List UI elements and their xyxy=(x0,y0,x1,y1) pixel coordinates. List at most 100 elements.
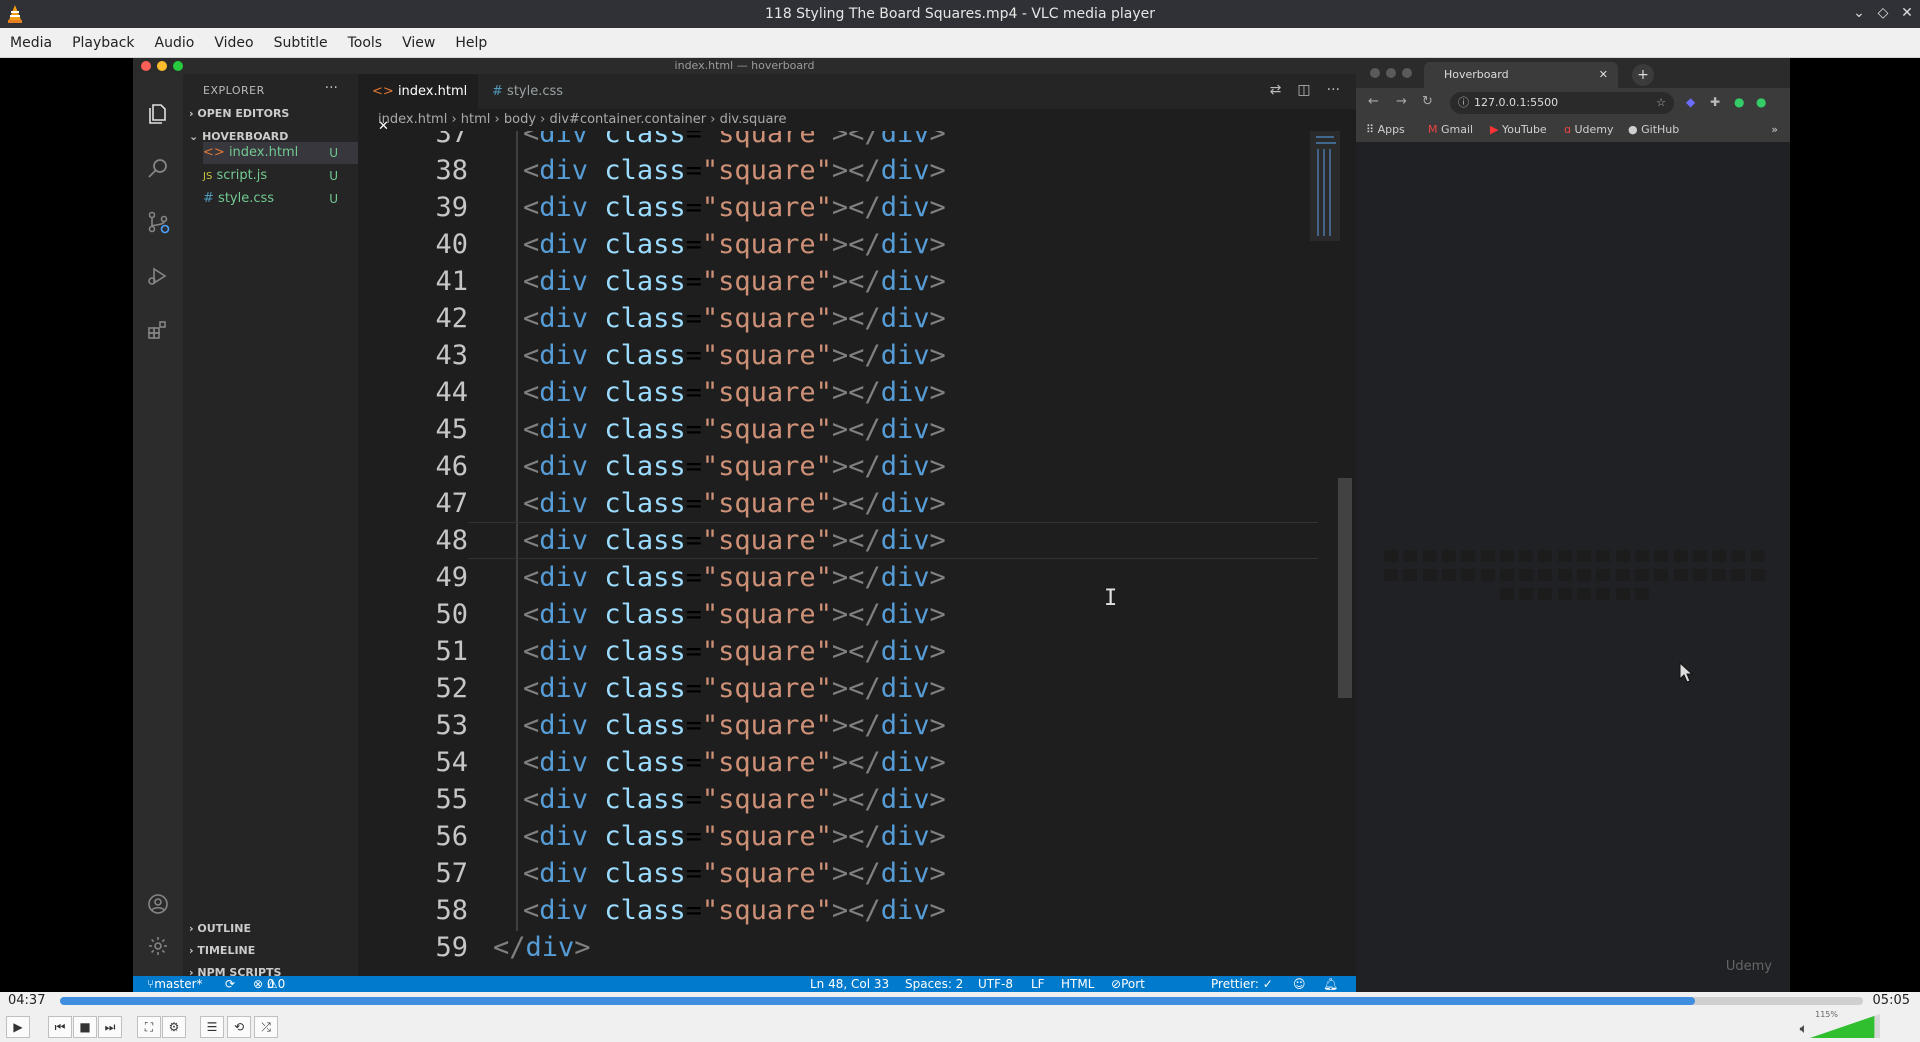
menu-video[interactable]: Video xyxy=(204,35,263,51)
code-editor: <> index.html ✕ # style.css ⇄ ◫ ··· inde… xyxy=(358,74,1356,976)
board-square xyxy=(1384,550,1398,562)
mac-close-icon xyxy=(141,61,151,71)
menu-media[interactable]: Media xyxy=(0,35,62,51)
code-text: <div class="square"></div> xyxy=(523,192,946,223)
board-square xyxy=(1461,550,1476,562)
board-square xyxy=(1634,588,1649,600)
line-number: 38 xyxy=(435,155,468,186)
next-button[interactable]: ⏭︎ xyxy=(98,1016,122,1038)
explorer-sidebar: EXPLORER ··· › OPEN EDITORS ⌄ HOVERBOARD… xyxy=(183,74,358,979)
fullscreen-button[interactable]: ⛶ xyxy=(137,1016,161,1038)
line-number: 43 xyxy=(435,340,468,371)
video-area[interactable]: index.html — hoverboard EXPLORER ··· › O… xyxy=(0,58,1920,992)
seek-slider[interactable] xyxy=(60,997,1863,1005)
live-server-port: ⊘ Port : 5500 xyxy=(1111,977,1145,991)
chevron-down-icon: ⌄ xyxy=(189,130,199,143)
board-square xyxy=(1422,550,1437,562)
editor-scrollbar[interactable] xyxy=(1338,478,1352,698)
udemy-watermark: Udemy xyxy=(1725,959,1772,974)
menu-tools[interactable]: Tools xyxy=(338,35,393,51)
tab-index-html: <> index.html ✕ xyxy=(358,74,478,134)
vscode-titlebar: index.html — hoverboard xyxy=(133,58,1356,74)
open-changes-icon: ⇄ xyxy=(1269,82,1282,98)
code-text: <div class="square"></div> xyxy=(523,377,946,408)
menu-view[interactable]: View xyxy=(392,35,445,51)
css-file-icon: # xyxy=(492,84,503,99)
volume-icon[interactable]: 🔈︎ xyxy=(1800,1021,1808,1037)
code-text: <div class="square"></div> xyxy=(523,488,946,519)
code-text: <div class="square"></div> xyxy=(523,451,946,482)
shuffle-button[interactable]: ⤮ xyxy=(254,1016,278,1038)
menu-playback[interactable]: Playback xyxy=(62,35,144,51)
youtube-icon: ▶ xyxy=(1490,123,1499,136)
line-number: 55 xyxy=(435,784,468,815)
minimap xyxy=(1310,131,1340,241)
cursor-position: Ln 48, Col 33 xyxy=(810,977,890,991)
seek-progress xyxy=(60,997,1696,1005)
code-text: <div class="square"></div> xyxy=(523,131,946,149)
extended-settings-button[interactable]: ⚙︎ xyxy=(162,1016,186,1038)
previous-button[interactable]: ⏮︎ xyxy=(48,1016,72,1038)
notifications-icon: 🔔︎ xyxy=(1323,977,1339,991)
tab-close-icon: ✕ xyxy=(1598,68,1608,81)
sync-icon: ⟳ xyxy=(225,977,236,991)
stop-button[interactable]: ■ xyxy=(73,1016,97,1038)
address-bar: ⓘ 127.0.0.1:5500 ☆ xyxy=(1450,92,1674,114)
volume-slider[interactable] xyxy=(1810,1014,1880,1038)
tab-style-css: # style.css xyxy=(492,84,564,99)
board-square xyxy=(1499,569,1514,581)
github-icon: ● xyxy=(1628,123,1638,136)
bookmark-star-icon: ☆ xyxy=(1656,96,1666,109)
line-number: 50 xyxy=(435,599,468,630)
line-number: 52 xyxy=(435,673,468,704)
menu-audio[interactable]: Audio xyxy=(145,35,205,51)
loop-button[interactable]: ⟲ xyxy=(227,1016,251,1038)
browser-tabstrip: Hoverboard ✕ + xyxy=(1356,58,1790,88)
line-number: 37 xyxy=(435,131,468,149)
board-square xyxy=(1731,550,1746,562)
board-square xyxy=(1692,550,1707,562)
menu-subtitle[interactable]: Subtitle xyxy=(264,35,338,51)
bookmark-apps: ⠿ Apps xyxy=(1366,123,1405,136)
line-number: 45 xyxy=(435,414,468,445)
untracked-badge: U xyxy=(329,192,338,206)
line-number: 44 xyxy=(435,377,468,408)
line-number: 46 xyxy=(435,451,468,482)
encoding: UTF-8 xyxy=(978,977,1013,991)
playlist-button[interactable]: ☰ xyxy=(200,1016,224,1038)
account-icon xyxy=(146,892,170,916)
player-controls: 04:37 05:05 ▶ ⏮︎ ■ ⏭︎ ⛶ ⚙︎ ☰ ⟲ ⤮ 🔈︎ 115% xyxy=(0,992,1920,1042)
board-square xyxy=(1499,588,1514,600)
board-square xyxy=(1750,550,1765,562)
bookmark-udemy: ɑ Udemy xyxy=(1564,123,1614,136)
prettier-status: Prettier: ✓ xyxy=(1211,977,1273,991)
html-file-icon: <> xyxy=(372,84,394,99)
line-number: 47 xyxy=(435,488,468,519)
menu-help[interactable]: Help xyxy=(445,35,497,51)
more-bookmarks-icon: » xyxy=(1771,123,1778,136)
line-number: 57 xyxy=(435,858,468,889)
minimize-icon[interactable]: ⌄ xyxy=(1852,5,1866,21)
explorer-header: EXPLORER xyxy=(203,84,265,97)
settings-gear-icon xyxy=(146,934,170,958)
code-text: <div class="square"></div> xyxy=(523,155,946,186)
board-square xyxy=(1422,569,1437,581)
play-button[interactable]: ▶ xyxy=(6,1016,30,1038)
close-icon[interactable]: ✕ xyxy=(1900,5,1914,21)
untracked-badge: U xyxy=(329,169,338,183)
board-square xyxy=(1673,569,1688,581)
code-text: <div class="square"></div> xyxy=(523,710,946,741)
window-title: 118 Styling The Board Squares.mp4 - VLC … xyxy=(765,6,1155,22)
board-square xyxy=(1731,569,1746,581)
gmail-icon: M xyxy=(1428,123,1438,136)
board-square xyxy=(1596,588,1611,600)
board-square xyxy=(1596,550,1611,562)
board-square xyxy=(1712,569,1727,581)
chevron-right-icon: › xyxy=(189,944,194,957)
elapsed-time: 04:37 xyxy=(8,993,46,1008)
board-square xyxy=(1499,550,1514,562)
board-square xyxy=(1441,569,1456,581)
maximize-icon[interactable]: ◇ xyxy=(1876,5,1890,21)
code-text: </div> xyxy=(493,932,591,963)
board-square xyxy=(1634,569,1649,581)
